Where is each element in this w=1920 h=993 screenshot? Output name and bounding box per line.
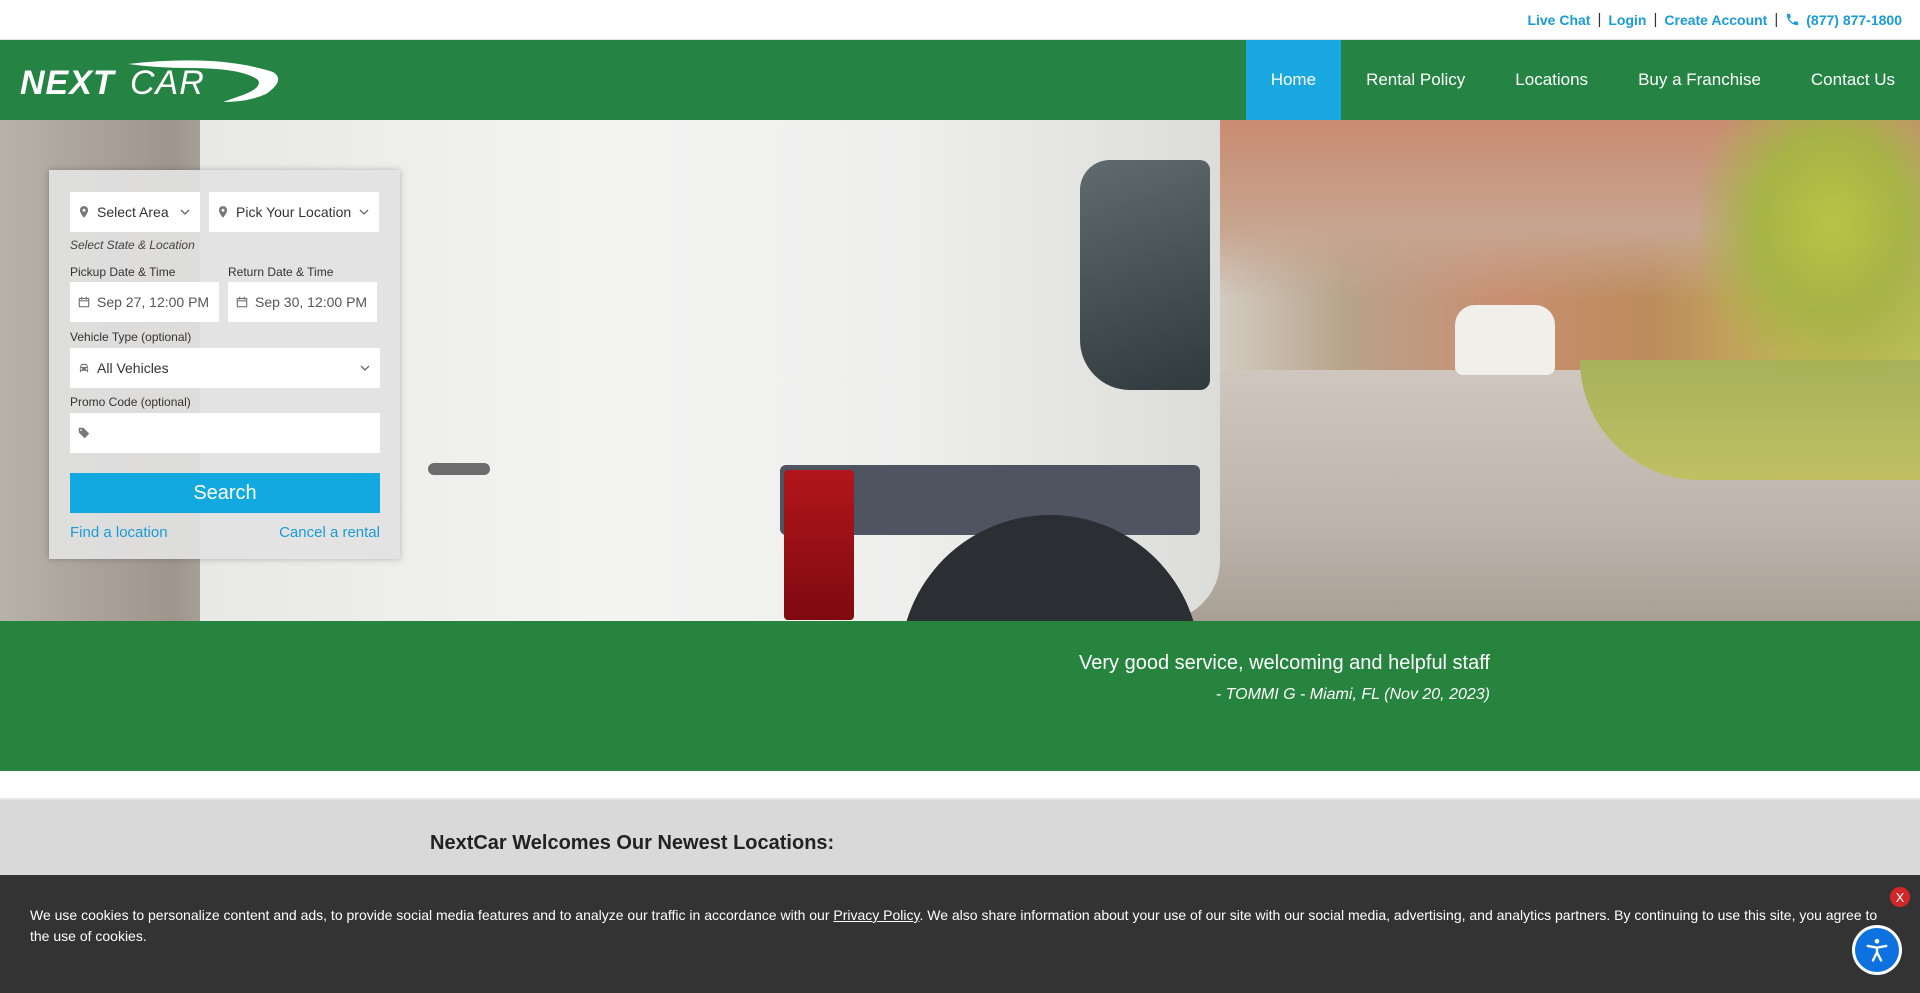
nav-contact-us[interactable]: Contact Us [1786, 40, 1920, 120]
pickup-date-value: Sep 27, 12:00 PM [97, 294, 210, 310]
phone-number: (877) 877-1800 [1806, 11, 1902, 28]
car-icon [79, 363, 89, 373]
separator: | [1653, 11, 1658, 28]
promo-code-input[interactable] [70, 413, 380, 453]
vehicle-type-dropdown[interactable]: All Vehicles [70, 348, 380, 388]
nav-locations[interactable]: Locations [1490, 40, 1613, 120]
accessibility-button[interactable] [1855, 928, 1899, 972]
map-pin-icon [79, 206, 89, 218]
pick-location-value: Pick Your Location [236, 204, 352, 220]
cancel-rental-link[interactable]: Cancel a rental [279, 524, 380, 541]
accessibility-icon [1866, 938, 1888, 962]
promo-label: Promo Code (optional) [70, 395, 191, 409]
map-pin-icon [218, 206, 228, 218]
live-chat-link[interactable]: Live Chat [1527, 12, 1590, 28]
chevron-down-icon [180, 209, 190, 215]
hero-van-taillight [784, 470, 854, 620]
create-account-link[interactable]: Create Account [1664, 12, 1767, 28]
nextcar-logo[interactable]: NEXT CAR [18, 58, 280, 104]
search-button[interactable]: Search [70, 473, 380, 513]
vehicle-type-value: All Vehicles [97, 360, 169, 376]
utility-links: Live Chat | Login | Create Account | (87… [1527, 11, 1902, 28]
pick-location-dropdown[interactable]: Pick Your Location [209, 192, 379, 232]
nav-rental-policy[interactable]: Rental Policy [1341, 40, 1490, 120]
privacy-policy-link[interactable]: Privacy Policy [833, 907, 919, 923]
separator: | [1597, 11, 1602, 28]
testimonial-quote: Very good service, welcoming and helpful… [1079, 652, 1490, 674]
return-label: Return Date & Time [228, 265, 334, 279]
testimonial-author: - TOMMI G - Miami, FL (Nov 20, 2023) [1215, 686, 1490, 703]
chevron-down-icon [359, 209, 369, 215]
cookie-close-button[interactable]: X [1890, 887, 1910, 907]
main-nav: Home Rental Policy Locations Buy a Franc… [1245, 40, 1920, 120]
main-header: NEXT CAR Home Rental Policy Locations Bu… [0, 40, 1920, 120]
return-date-input[interactable]: Sep 30, 12:00 PM [228, 282, 377, 322]
newest-locations-title: NextCar Welcomes Our Newest Locations: [430, 832, 835, 854]
calendar-icon [78, 296, 90, 308]
chevron-down-icon [360, 365, 370, 371]
utility-bar: Live Chat | Login | Create Account | (87… [0, 0, 1920, 40]
pickup-date-input[interactable]: Sep 27, 12:00 PM [70, 282, 219, 322]
hero-van-window [1080, 160, 1210, 390]
svg-text:NEXT: NEXT [20, 64, 117, 102]
pickup-label: Pickup Date & Time [70, 265, 176, 279]
nav-buy-franchise[interactable]: Buy a Franchise [1613, 40, 1786, 120]
tag-icon [78, 427, 90, 439]
phone-link[interactable]: (877) 877-1800 [1785, 12, 1902, 28]
testimonial-band: Very good service, welcoming and helpful… [0, 621, 1920, 771]
return-date-value: Sep 30, 12:00 PM [255, 294, 368, 310]
select-area-dropdown[interactable]: Select Area [70, 192, 200, 232]
hero-car [1455, 305, 1555, 375]
hero-trees [1700, 120, 1920, 380]
svg-text:CAR: CAR [130, 64, 205, 102]
cookie-text: We use cookies to personalize content an… [30, 905, 1886, 947]
hero-van-handle [428, 463, 490, 475]
select-area-value: Select Area [97, 204, 169, 220]
nav-home[interactable]: Home [1245, 40, 1342, 120]
location-hint: Select State & Location [70, 238, 195, 252]
find-location-link[interactable]: Find a location [70, 524, 168, 541]
login-link[interactable]: Login [1608, 12, 1646, 28]
cookie-text-before: We use cookies to personalize content an… [30, 907, 834, 923]
vehicle-label: Vehicle Type (optional) [70, 330, 192, 344]
cookie-banner: We use cookies to personalize content an… [0, 875, 1920, 993]
phone-icon [1787, 13, 1799, 26]
booking-form: Select Area Pick Your Location Select St… [49, 170, 400, 559]
calendar-icon [236, 296, 248, 308]
separator: | [1774, 11, 1779, 28]
